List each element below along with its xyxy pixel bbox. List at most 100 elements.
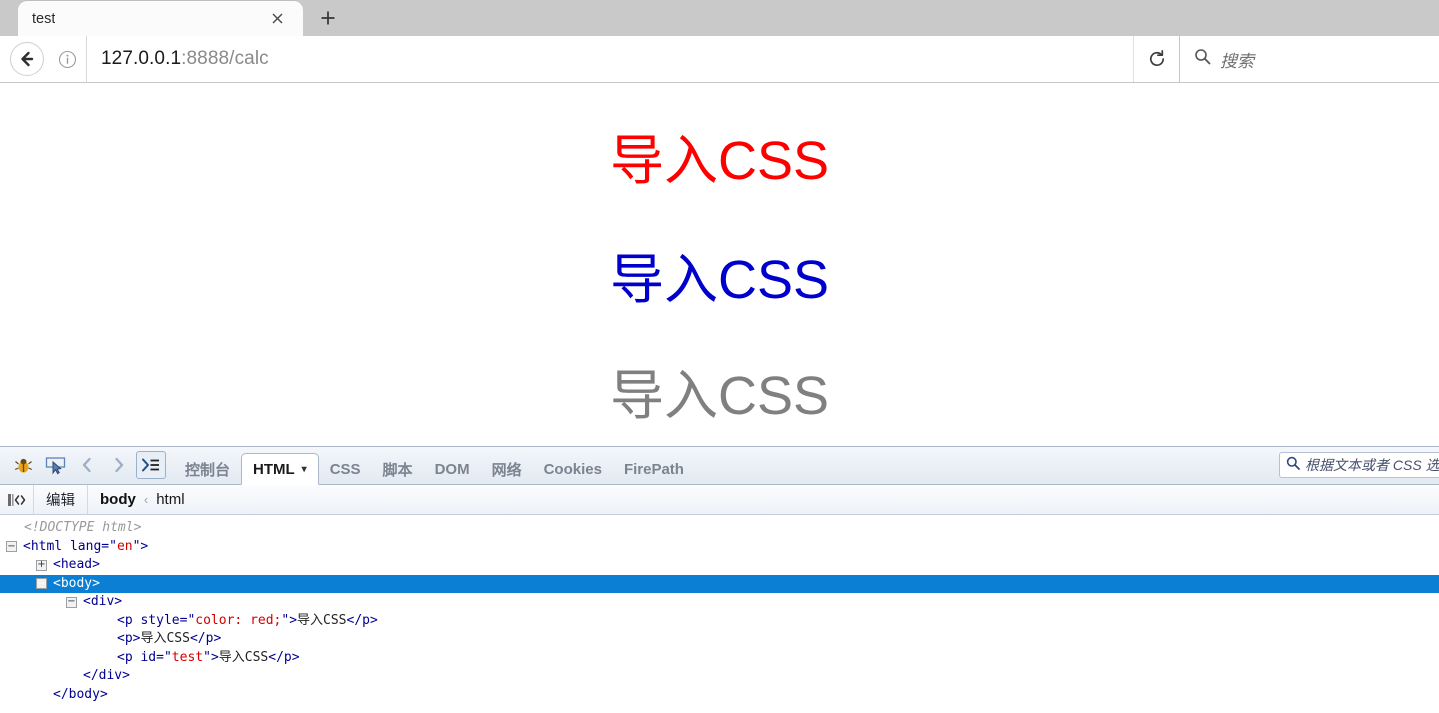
head-tag: <head>: [53, 557, 100, 572]
breadcrumb-node-body[interactable]: body: [100, 491, 136, 508]
p-tag-open: <p>: [117, 631, 141, 646]
heading-blue: 导入CSS: [609, 250, 830, 310]
command-line-icon[interactable]: [136, 451, 166, 479]
url-host: 127.0.0.1: [101, 48, 182, 69]
p-text-content: 导入CSS: [297, 612, 347, 628]
p-text-content: 导入CSS: [140, 631, 190, 646]
dom-line-body-close[interactable]: </body>: [0, 686, 1439, 705]
tab-html-label: HTML: [253, 460, 295, 478]
firebug-html-tree[interactable]: <!DOCTYPE html> − <html lang= " en " > + <he…: [0, 515, 1439, 713]
p-attr-value-style: color: red;: [195, 612, 282, 628]
tab-firepath-label: FirePath: [623, 460, 684, 478]
browser-chrome: test 127.0.0.1:8888/calc 搜索: [0, 0, 1439, 83]
search-icon: [1194, 48, 1211, 70]
tab-title: test: [32, 10, 56, 27]
tab-script-label: 脚本: [382, 461, 413, 479]
page-content-viewport: 导入CSS 导入CSS 导入CSS: [0, 83, 1439, 446]
quote-open: ": [163, 649, 172, 665]
body-tag: <body>: [53, 575, 100, 591]
firebug-bug-icon[interactable]: [8, 451, 38, 479]
tab-dom[interactable]: DOM: [424, 454, 481, 484]
heading-gray: 导入CSS: [609, 366, 830, 426]
tab-console-label: 控制台: [185, 461, 231, 479]
chevron-down-icon[interactable]: ▾: [302, 464, 307, 475]
p-tag-close: </p>: [268, 649, 300, 665]
firebug-search-input[interactable]: 根据文本或者 CSS 选: [1279, 452, 1439, 478]
twisty-expand-icon[interactable]: +: [36, 559, 47, 571]
html-attr-name: lang=: [62, 538, 110, 554]
browser-search-placeholder: 搜索: [1220, 51, 1254, 71]
p-tag-close: </p>: [346, 612, 378, 628]
html-attr-value: en: [116, 538, 133, 554]
twisty-collapse-icon[interactable]: −: [6, 541, 17, 553]
body-close-tag: </body>: [53, 686, 108, 702]
code-view-icon[interactable]: [0, 485, 34, 514]
url-path: :8888/calc: [181, 48, 269, 69]
edit-button[interactable]: 编辑: [34, 485, 88, 514]
p-tag-open: <p: [117, 612, 133, 628]
dom-line-doctype: <!DOCTYPE html>: [0, 519, 1439, 538]
url-bar[interactable]: 127.0.0.1:8888/calc: [86, 36, 1133, 82]
p-tag-gt: >: [210, 649, 219, 665]
firebug-breadcrumb-bar: 编辑 body ‹ html: [0, 485, 1439, 515]
dom-line-head[interactable]: + <head>: [0, 556, 1439, 575]
p-attr-value-id: test: [171, 649, 204, 665]
plus-icon[interactable]: [315, 5, 341, 31]
dom-line-div-close[interactable]: </div>: [0, 667, 1439, 686]
url-text: 127.0.0.1:8888/calc: [101, 48, 269, 70]
twisty-collapse-icon[interactable]: −: [36, 578, 47, 590]
dom-line-p-red[interactable]: <p style= " color: red; " > 导入CSS </p>: [0, 612, 1439, 631]
p-tag-open: <p: [117, 649, 133, 665]
p-attr-name-style: style=: [132, 612, 188, 628]
p-text-content: 导入CSS: [218, 649, 269, 665]
browser-tab-test[interactable]: test: [18, 1, 303, 36]
browser-search-bar[interactable]: 搜索: [1179, 36, 1439, 82]
reload-icon[interactable]: [1133, 36, 1179, 82]
close-icon[interactable]: [267, 9, 287, 29]
dom-line-p-test[interactable]: <p id= " test " > 导入CSS </p>: [0, 649, 1439, 668]
breadcrumb-separator: ‹: [143, 492, 149, 507]
tab-dom-label: DOM: [434, 460, 470, 478]
p-attr-name-id: id=: [132, 649, 164, 665]
tab-firepath[interactable]: FirePath: [613, 454, 695, 484]
p-tag-gt: >: [289, 612, 298, 628]
tab-css-label: CSS: [329, 460, 361, 478]
tab-net-label: 网络: [491, 461, 522, 479]
back-arrow-icon[interactable]: [10, 42, 44, 76]
tab-strip: test: [0, 0, 1439, 36]
html-tag-gt: >: [140, 538, 149, 554]
tab-cookies-label: Cookies: [543, 460, 602, 478]
dom-line-p-plain[interactable]: <p> 导入CSS </p>: [0, 630, 1439, 649]
firebug-tab-list: 控制台 HTML ▾ CSS 脚本 DOM 网络 Cookies FirePath: [174, 446, 695, 485]
dom-line-html[interactable]: − <html lang= " en " >: [0, 538, 1439, 557]
heading-red: 导入CSS: [609, 131, 830, 191]
firebug-toolbar: 控制台 HTML ▾ CSS 脚本 DOM 网络 Cookies FirePath…: [0, 447, 1439, 485]
dom-line-div[interactable]: − <div>: [0, 593, 1439, 612]
firebug-search-placeholder: 根据文本或者 CSS 选: [1305, 457, 1439, 473]
tab-script[interactable]: 脚本: [372, 454, 424, 484]
quote-close: ": [281, 612, 290, 628]
quote-open: ": [109, 538, 117, 554]
doctype-text: <!DOCTYPE html>: [24, 520, 142, 535]
inspect-element-icon[interactable]: [40, 451, 70, 479]
chevron-right-icon[interactable]: [104, 451, 134, 479]
tab-console[interactable]: 控制台: [174, 454, 241, 484]
search-icon: [1286, 456, 1300, 475]
html-tag-open: <html: [23, 538, 63, 554]
info-icon[interactable]: [52, 44, 82, 74]
dom-line-body[interactable]: − <body>: [0, 574, 1439, 593]
breadcrumb: body ‹ html: [88, 491, 185, 508]
div-close-tag: </div>: [83, 668, 130, 683]
tab-cookies[interactable]: Cookies: [533, 454, 613, 484]
firebug-panel: 控制台 HTML ▾ CSS 脚本 DOM 网络 Cookies FirePath…: [0, 446, 1439, 713]
breadcrumb-node-html[interactable]: html: [156, 491, 184, 508]
firebug-icon-group: [0, 446, 174, 484]
chevron-left-icon[interactable]: [72, 451, 102, 479]
tab-net[interactable]: 网络: [481, 454, 533, 484]
quote-close: ": [203, 649, 211, 665]
twisty-collapse-icon[interactable]: −: [66, 596, 77, 608]
tab-html[interactable]: HTML ▾: [241, 453, 319, 485]
tab-css[interactable]: CSS: [319, 454, 372, 484]
quote-close: ": [132, 538, 141, 554]
div-tag: <div>: [83, 594, 123, 609]
